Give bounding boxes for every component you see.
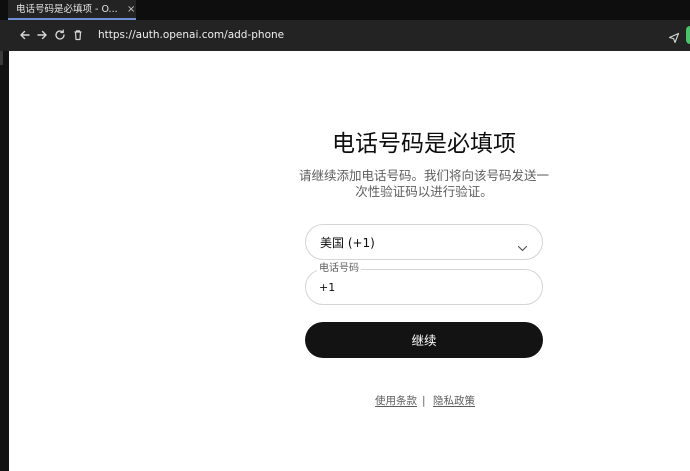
- browser-toolbar: https://auth.openai.com/add-phone: [0, 20, 690, 51]
- tab-title: 电话号码是必填项 - O...: [16, 4, 118, 15]
- back-icon[interactable]: [18, 28, 32, 42]
- page-subtitle: 请继续添加电话号码。我们将向该号码发送一次性验证码以进行验证。: [298, 168, 549, 199]
- extension-icon[interactable]: [686, 26, 690, 44]
- reload-icon[interactable]: [53, 28, 67, 42]
- continue-button[interactable]: 继续: [305, 322, 543, 358]
- trash-icon[interactable]: [71, 28, 85, 42]
- side-panel-handle[interactable]: [0, 51, 3, 65]
- footer-links: 使用条款 | 隐私政策: [305, 394, 543, 410]
- send-icon[interactable]: [668, 29, 680, 44]
- country-selected-value: 美国 (+1): [320, 236, 375, 250]
- privacy-link[interactable]: 隐私政策: [433, 394, 475, 408]
- phone-number-value[interactable]: +1: [319, 281, 335, 295]
- forward-icon[interactable]: [35, 28, 49, 42]
- side-panel-edge: [0, 51, 9, 471]
- tab-close-icon[interactable]: ×: [127, 3, 135, 17]
- page-title: 电话号码是必填项: [332, 131, 516, 157]
- browser-tab-bar: 电话号码是必填项 - O... ×: [0, 0, 690, 20]
- chevron-down-icon: [517, 238, 528, 252]
- terms-link[interactable]: 使用条款: [375, 394, 417, 408]
- address-bar[interactable]: https://auth.openai.com/add-phone: [92, 24, 682, 47]
- browser-tab[interactable]: 电话号码是必填项 - O... ×: [8, 0, 136, 20]
- phone-number-label: 电话号码: [317, 262, 361, 275]
- footer-separator: |: [422, 395, 426, 407]
- url-text: https://auth.openai.com/add-phone: [98, 29, 285, 41]
- country-select[interactable]: 美国 (+1): [305, 224, 543, 260]
